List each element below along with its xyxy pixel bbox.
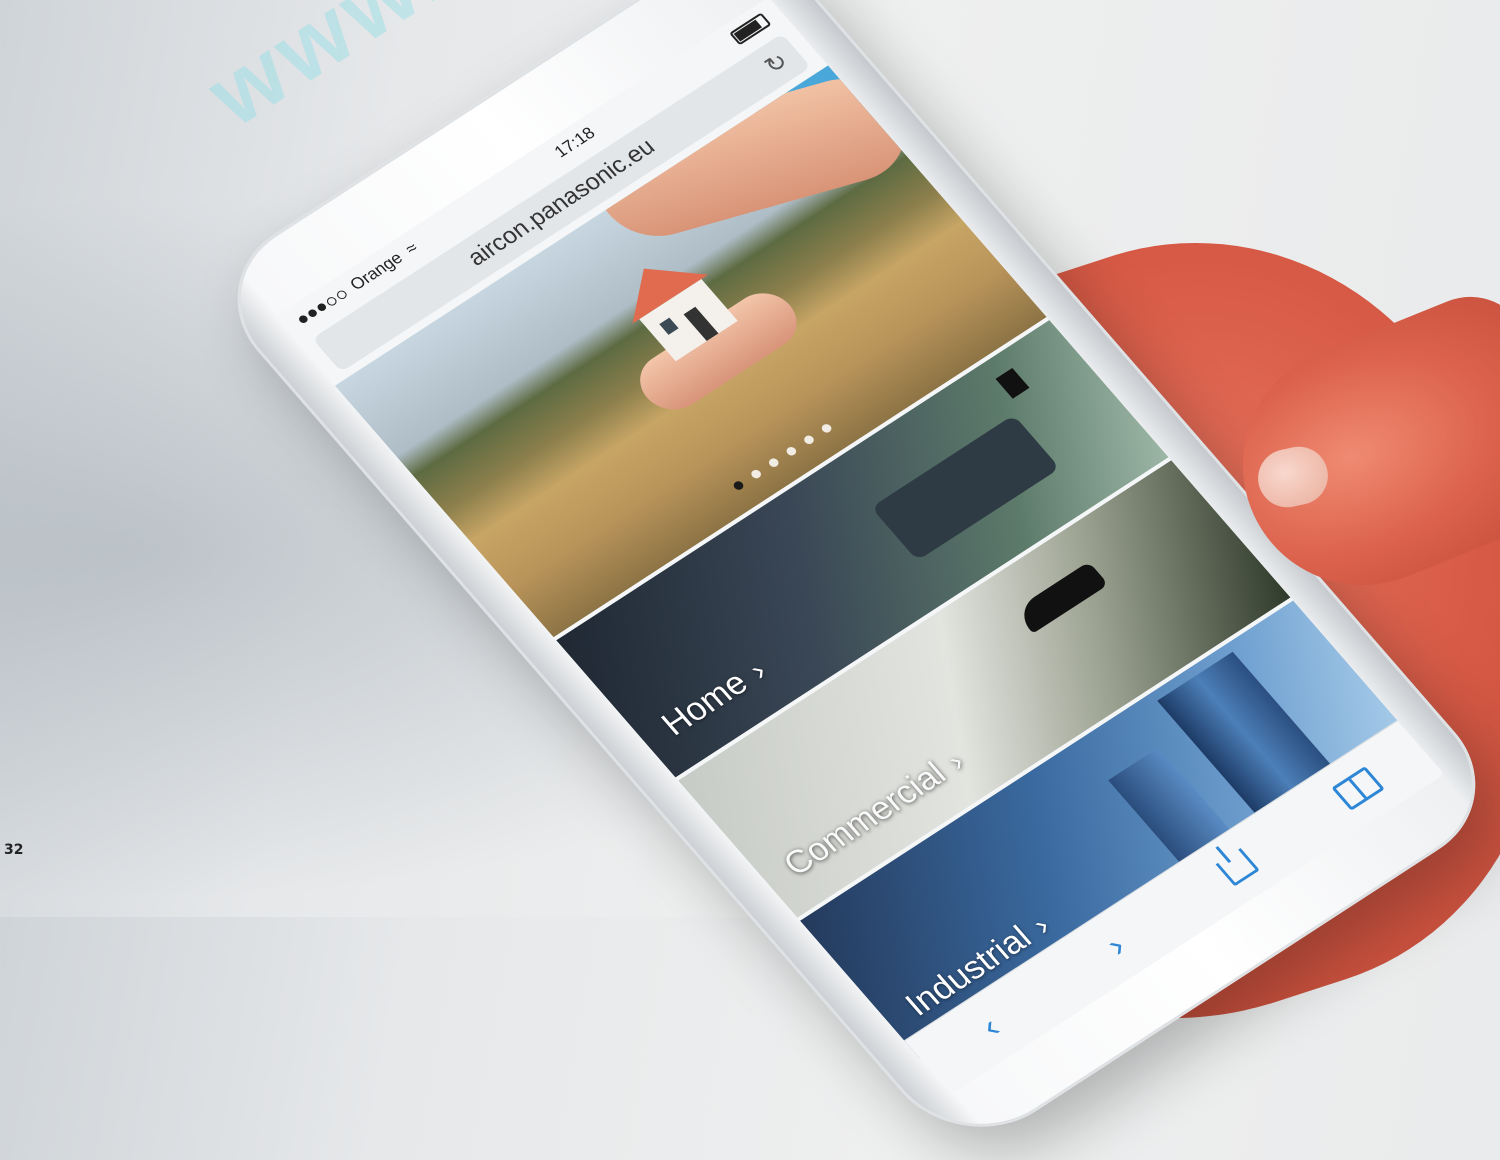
carousel-dot[interactable]: [784, 445, 799, 458]
carousel-dot[interactable]: [731, 479, 746, 492]
signal-dot: [324, 295, 339, 307]
carousel-dot[interactable]: [802, 433, 816, 446]
reload-icon[interactable]: ↻: [759, 47, 795, 80]
share-icon[interactable]: [1214, 847, 1260, 887]
carousel-dot[interactable]: [819, 422, 834, 435]
signal-dot: [297, 314, 310, 325]
carousel-dot[interactable]: [767, 456, 781, 469]
signal-dot: [306, 308, 319, 319]
chevron-right-icon: ›: [1026, 910, 1057, 941]
wifi-icon: ≈: [401, 238, 422, 259]
page-number: 32: [4, 842, 24, 858]
shoe: [1013, 561, 1109, 634]
chevron-right-icon: ›: [940, 746, 972, 777]
signal-dot: [334, 288, 349, 301]
carousel-dot[interactable]: [749, 468, 763, 480]
forward-icon[interactable]: ›: [1086, 920, 1145, 972]
bookmarks-icon[interactable]: [1331, 766, 1386, 811]
chevron-right-icon: ›: [742, 655, 774, 687]
signal-dot: [315, 302, 328, 313]
battery-icon: [729, 12, 772, 46]
back-icon[interactable]: ‹: [961, 1001, 1020, 1053]
lamp: [995, 367, 1030, 399]
sofa: [871, 414, 1060, 561]
category-title: Home: [654, 664, 756, 743]
